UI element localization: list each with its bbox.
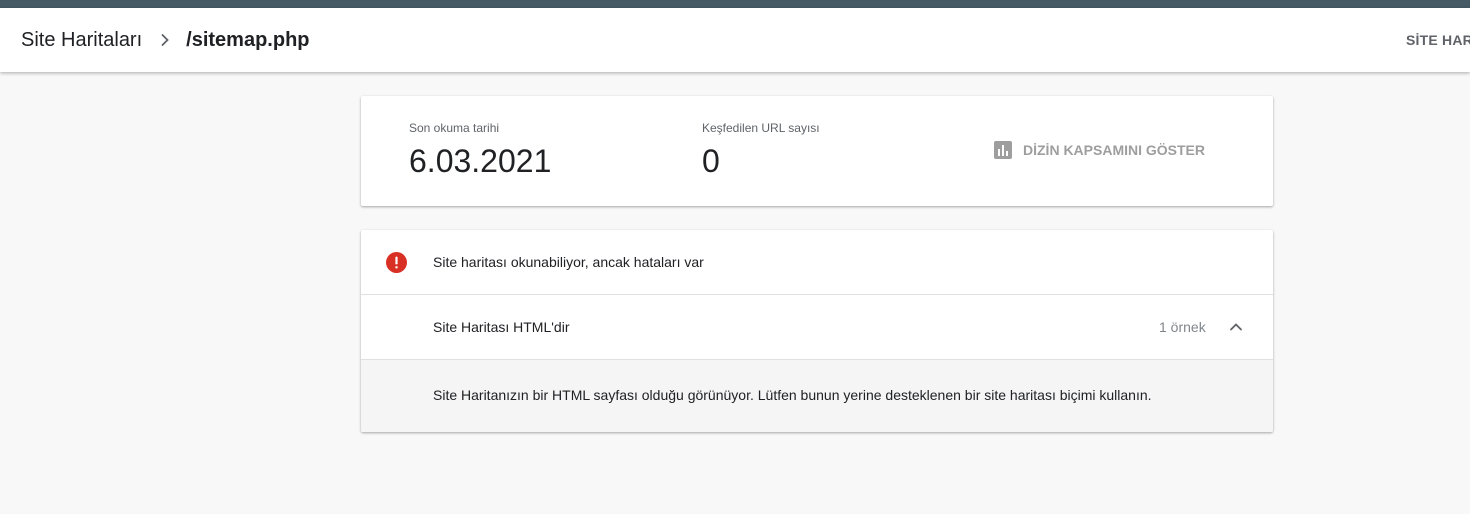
bar-chart-icon xyxy=(994,141,1012,159)
breadcrumb-sitemaps-link[interactable]: Site Haritaları xyxy=(21,29,142,52)
top-accent-bar xyxy=(0,0,1470,8)
last-read-label: Son okuma tarihi xyxy=(409,121,500,135)
chevron-right-icon xyxy=(161,34,169,46)
discovered-urls-label: Keşfedilen URL sayısı xyxy=(702,121,820,135)
page-header: Site Haritaları /sitemap.php SİTE HARİ xyxy=(0,8,1470,72)
last-read-value: 6.03.2021 xyxy=(409,143,552,179)
issue-detail-text: Site Haritanızın bir HTML sayfası olduğu… xyxy=(433,387,1152,403)
issue-row-html-sitemap[interactable]: Site Haritası HTML'dir 1 örnek xyxy=(361,295,1273,360)
header-action-button[interactable]: SİTE HARİ xyxy=(1406,8,1470,72)
show-index-coverage-label: DİZİN KAPSAMINI GÖSTER xyxy=(1023,142,1206,158)
issue-example-count: 1 örnek xyxy=(1159,319,1206,335)
discovered-urls-stat: Keşfedilen URL sayısı 0 xyxy=(702,121,820,179)
breadcrumb: Site Haritaları /sitemap.php xyxy=(21,8,310,72)
sitemap-status-row: Site haritası okunabiliyor, ancak hatala… xyxy=(361,230,1273,295)
issue-detail-panel: Site Haritanızın bir HTML sayfası olduğu… xyxy=(361,360,1273,432)
last-read-stat: Son okuma tarihi 6.03.2021 xyxy=(409,121,551,179)
sitemap-issues-card: Site haritası okunabiliyor, ancak hatala… xyxy=(361,230,1273,432)
issue-title: Site Haritası HTML'dir xyxy=(433,319,570,335)
discovered-urls-value: 0 xyxy=(702,143,720,179)
error-icon xyxy=(386,252,407,273)
page-title: /sitemap.php xyxy=(186,28,310,51)
sitemap-status-text: Site haritası okunabiliyor, ancak hatala… xyxy=(433,254,704,270)
show-index-coverage-button[interactable]: DİZİN KAPSAMINI GÖSTER xyxy=(993,140,1205,160)
sitemap-stats-card: Son okuma tarihi 6.03.2021 Keşfedilen UR… xyxy=(361,96,1273,206)
chevron-up-icon[interactable] xyxy=(1229,320,1243,334)
